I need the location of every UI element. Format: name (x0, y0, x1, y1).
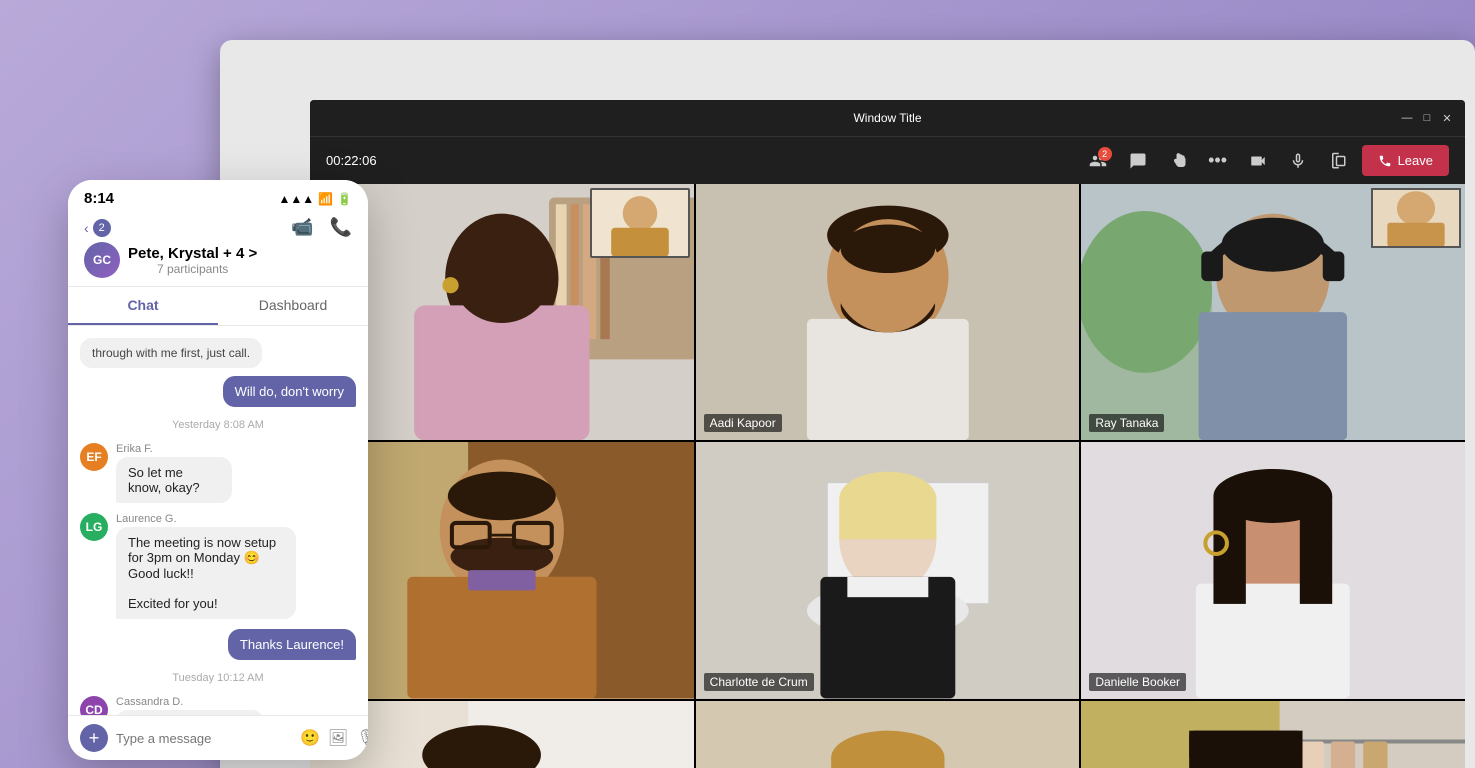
wifi-icon: 📶 (318, 192, 333, 206)
video-cell-9: Krystal McKinney (1081, 701, 1465, 768)
video-cell-2: Aadi Kapoor (696, 184, 1080, 440)
phone-call-icon[interactable]: 📞 (330, 217, 352, 238)
msg-row-erika: EF Erika F. So let me know, okay? (80, 443, 356, 503)
group-avatar: GC (84, 242, 120, 278)
msg-laurence: The meeting is now setup for 3pm on Mond… (116, 527, 296, 619)
timestamp-tuesday: Tuesday 10:12 AM (80, 672, 356, 684)
toolbar-actions: 2 ••• (1082, 145, 1449, 177)
sender-erika: Erika F. (116, 443, 270, 455)
window-controls: — □ ✕ (1401, 112, 1453, 124)
name-ray: Ray Tanaka (1089, 414, 1164, 432)
call-action-icons: 📹 📞 (291, 217, 352, 238)
share-button[interactable] (1322, 145, 1354, 177)
leave-label: Leave (1398, 153, 1433, 168)
toolbar: 00:22:06 2 ••• (310, 136, 1465, 184)
msg-erika: So let me know, okay? (116, 457, 232, 503)
participants-badge: 2 (1098, 147, 1112, 161)
message-input[interactable] (116, 731, 292, 746)
teams-window: Window Title — □ ✕ 00:22:06 2 (310, 100, 1465, 768)
msg-cut: through with me first, just call. (80, 338, 262, 368)
back-button[interactable]: ‹ 2 (84, 219, 111, 237)
sender-cassandra: Cassandra D. (116, 696, 313, 708)
mic-input-icon[interactable]: 🎙 (356, 728, 368, 748)
participants-label: 7 participants (128, 262, 257, 276)
timestamp-yesterday: Yesterday 8:08 AM (80, 419, 356, 431)
avatar-laurence: LG (80, 513, 108, 541)
back-chevron: ‹ (84, 220, 89, 236)
window-title: Window Title (853, 111, 921, 125)
phone-time: 8:14 (84, 190, 114, 207)
emoji-icon[interactable]: 🙂 (300, 728, 320, 748)
chat-messages[interactable]: through with me first, just call. Will d… (68, 326, 368, 715)
msg-row-laurence: LG Laurence G. The meeting is now setup … (80, 513, 356, 619)
signal-icon: ▲▲▲ (278, 192, 314, 206)
name-danielle: Danielle Booker (1089, 673, 1186, 691)
chat-tabs: Chat Dashboard (68, 287, 368, 326)
video-call-icon[interactable]: 📹 (291, 217, 313, 238)
call-timer: 00:22:06 (326, 153, 377, 168)
tab-chat[interactable]: Chat (68, 287, 218, 325)
chat-button[interactable] (1122, 145, 1154, 177)
video-cell-5: Charlotte de Crum (696, 442, 1080, 698)
phone-panel: 8:14 ▲▲▲ 📶 🔋 ‹ 2 📹 📞 GC Pete, Krystal + … (68, 180, 368, 760)
name-aadi: Aadi Kapoor (704, 414, 782, 432)
image-icon[interactable]: 🖼 (328, 728, 348, 748)
title-bar: Window Title — □ ✕ (310, 100, 1465, 136)
pip-video (590, 188, 690, 258)
add-button[interactable]: + (80, 724, 108, 752)
back-row: ‹ 2 📹 📞 (84, 217, 352, 238)
contact-name: Pete, Krystal + 4 > (128, 245, 257, 262)
video-cell-3: Ray Tanaka (1081, 184, 1465, 440)
video-grid: Aadi Kapoor (310, 184, 1465, 768)
msg-row-cassandra: CD Cassandra D. I'm sure you'll knock 'e… (80, 696, 356, 715)
more-button[interactable]: ••• (1202, 145, 1234, 177)
participants-button[interactable]: 2 (1082, 145, 1114, 177)
camera-button[interactable] (1242, 145, 1274, 177)
sender-laurence: Laurence G. (116, 513, 356, 525)
tab-dashboard[interactable]: Dashboard (218, 287, 368, 325)
chat-header: ‹ 2 📹 📞 GC Pete, Krystal + 4 > 7 partici… (68, 211, 368, 287)
video-cell-6: Danielle Booker (1081, 442, 1465, 698)
signal-icons: ▲▲▲ 📶 🔋 (278, 192, 352, 206)
mic-button[interactable] (1282, 145, 1314, 177)
raise-hand-button[interactable] (1162, 145, 1194, 177)
back-count: 2 (93, 219, 111, 237)
chat-input-area: + 🙂 🖼 🎙 (68, 715, 368, 760)
status-bar: 8:14 ▲▲▲ 📶 🔋 (68, 180, 368, 211)
avatar-erika: EF (80, 443, 108, 471)
close-button[interactable]: ✕ (1441, 112, 1453, 124)
name-charlotte: Charlotte de Crum (704, 673, 814, 691)
msg-thanks: Thanks Laurence! (228, 629, 356, 660)
leave-button[interactable]: Leave (1362, 145, 1449, 176)
input-action-icons: 🙂 🖼 🎙 (300, 728, 368, 748)
battery-icon: 🔋 (337, 192, 352, 206)
msg-will-do: Will do, don't worry (223, 376, 356, 407)
maximize-button[interactable]: □ (1421, 112, 1433, 124)
avatar-cassandra: CD (80, 696, 108, 715)
video-cell-8: Nathan Rigby (696, 701, 1080, 768)
minimize-button[interactable]: — (1401, 112, 1413, 124)
